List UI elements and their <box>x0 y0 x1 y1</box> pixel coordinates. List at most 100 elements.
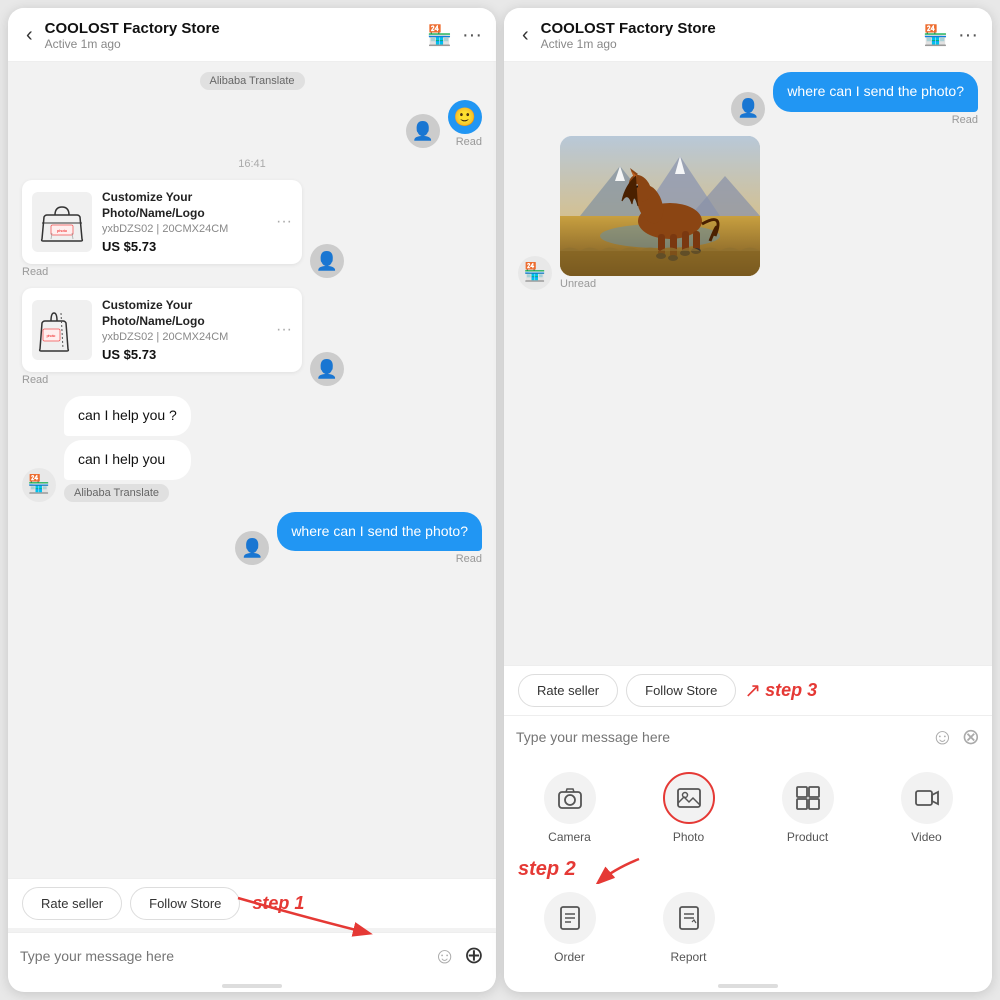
right-media-row2: Order Report <box>504 888 992 978</box>
right-back-button[interactable]: ‹ <box>518 22 533 49</box>
right-media-photo[interactable]: Photo <box>633 772 744 844</box>
left-product-more2[interactable]: ··· <box>276 321 292 339</box>
step2-arrow <box>584 854 644 884</box>
left-timestamp: 16:41 <box>238 158 266 170</box>
left-divider <box>222 984 282 988</box>
right-media-product[interactable]: Product <box>752 772 863 844</box>
right-emoji-input-icon[interactable]: ☺ <box>931 724 953 750</box>
left-product2-row: photo Customize Your Photo/Name/Logo yxb… <box>22 288 482 386</box>
right-close-icon[interactable]: ⊗ <box>962 724 980 750</box>
left-user-avatar3: 👤 <box>235 531 269 565</box>
left-step1-arrow-area <box>8 928 496 932</box>
left-active-status: Active 1m ago <box>45 37 419 51</box>
left-seller-avatar3: 🏪 <box>22 468 56 502</box>
left-product-name1: Customize Your Photo/Name/Logo <box>102 190 266 221</box>
left-user-avatar: 🙂 <box>448 100 482 134</box>
right-step3-label: step 3 <box>765 680 817 701</box>
left-product2-wrap: photo Customize Your Photo/Name/Logo yxb… <box>22 288 302 386</box>
left-product-info1: Customize Your Photo/Name/Logo yxbDZS02 … <box>102 190 266 254</box>
right-media-camera[interactable]: Camera <box>514 772 625 844</box>
left-product-price2: US $5.73 <box>102 347 266 362</box>
order-icon <box>557 905 583 931</box>
right-store-name: COOLOST Factory Store <box>541 20 915 37</box>
left-product1-wrap: photo Customize Your Photo/Name/Logo yxb… <box>22 180 302 278</box>
right-header-info: COOLOST Factory Store Active 1m ago <box>541 20 915 51</box>
right-order-icon-wrap <box>544 892 596 944</box>
left-product-more1[interactable]: ··· <box>276 213 292 231</box>
left-product-info2: Customize Your Photo/Name/Logo yxbDZS02 … <box>102 298 266 362</box>
right-message-input[interactable] <box>516 729 923 745</box>
right-step2-area: step 2 <box>504 854 992 888</box>
right-read-label: Read <box>952 114 978 126</box>
left-product1-row: photo Customize Your Photo/Name/Logo yxb… <box>22 180 482 278</box>
camera-icon <box>557 785 583 811</box>
left-translate-badge2: Alibaba Translate <box>64 484 169 502</box>
right-divider <box>718 984 778 988</box>
left-translate-badge: Alibaba Translate <box>200 72 305 90</box>
right-input-bar: ☺ ⊗ <box>504 715 992 758</box>
right-more-icon[interactable]: ··· <box>958 24 978 47</box>
right-user-bubble-wrap: where can I send the photo? Read <box>773 72 978 126</box>
left-user-avatar2: 👤 <box>406 114 440 148</box>
left-user-bubble-wrap: where can I send the photo? Read <box>277 512 482 566</box>
left-read1: Read <box>456 136 482 148</box>
left-rate-seller-button[interactable]: Rate seller <box>22 887 122 920</box>
right-unread-label: Unread <box>560 278 760 290</box>
video-icon <box>914 785 940 811</box>
left-step1-annotation: step 1 <box>252 887 304 920</box>
left-seller-bubble-wrap: can I help you ? can I help you Alibaba … <box>64 396 191 501</box>
right-active-status: Active 1m ago <box>541 37 915 51</box>
right-store-icon[interactable]: 🏪 <box>923 23 948 48</box>
right-report-icon-wrap <box>663 892 715 944</box>
left-product-card2[interactable]: photo Customize Your Photo/Name/Logo yxb… <box>22 288 302 372</box>
photo-icon <box>676 785 702 811</box>
right-horse-msg-row: 🏪 <box>518 136 978 290</box>
left-store-name: COOLOST Factory Store <box>45 20 419 37</box>
right-rate-seller-button[interactable]: Rate seller <box>518 674 618 707</box>
left-user-msg-row: where can I send the photo? Read 👤 <box>22 512 482 566</box>
right-step3-annotation: ↗ step 3 <box>744 674 817 707</box>
right-media-order[interactable]: Order <box>514 892 625 964</box>
right-seller-avatar: 🏪 <box>518 256 552 290</box>
left-seller-bubble1: can I help you ? <box>64 396 191 436</box>
right-chat-area: where can I send the photo? Read 👤 🏪 <box>504 62 992 665</box>
right-report-label: Report <box>670 950 706 964</box>
right-photo-icon-wrap <box>663 772 715 824</box>
product-icon <box>795 785 821 811</box>
right-media-report[interactable]: Report <box>633 892 744 964</box>
left-step1-label: step 1 <box>252 893 304 914</box>
left-user-bubble: where can I send the photo? <box>277 512 482 552</box>
right-camera-label: Camera <box>548 830 591 844</box>
right-video-icon-wrap <box>901 772 953 824</box>
left-product-card1[interactable]: photo Customize Your Photo/Name/Logo yxb… <box>22 180 302 264</box>
right-product-label: Product <box>787 830 828 844</box>
left-emoji-bubble-wrap: 🙂 Read <box>448 100 482 148</box>
left-input-bar: ☺ ⊕ <box>8 932 496 978</box>
left-action-bar: Rate seller Follow Store step 1 <box>8 878 496 928</box>
left-header-icons: 🏪 ··· <box>427 23 482 48</box>
right-follow-store-button[interactable]: Follow Store <box>626 674 736 707</box>
left-emoji-input-icon[interactable]: ☺ <box>433 943 455 969</box>
right-horse-bubble-wrap: Unread <box>560 136 760 290</box>
left-follow-store-button[interactable]: Follow Store <box>130 887 240 920</box>
left-read3: Read <box>22 374 302 386</box>
right-media-video[interactable]: Video <box>871 772 982 844</box>
right-panel: ‹ COOLOST Factory Store Active 1m ago 🏪 … <box>504 8 992 992</box>
left-store-icon[interactable]: 🏪 <box>427 23 452 48</box>
left-read2: Read <box>22 266 302 278</box>
left-message-input[interactable] <box>20 948 425 964</box>
right-header: ‹ COOLOST Factory Store Active 1m ago 🏪 … <box>504 8 992 62</box>
right-step2-label: step 2 <box>518 858 576 881</box>
left-product-sku2: yxbDZS02 | 20CMX24CM <box>102 331 266 343</box>
left-read4: Read <box>456 553 482 565</box>
left-back-button[interactable]: ‹ <box>22 22 37 49</box>
left-seller-msg-row: 🏪 can I help you ? can I help you Alibab… <box>22 396 482 501</box>
svg-text:photo: photo <box>57 228 68 233</box>
left-panel: ‹ COOLOST Factory Store Active 1m ago 🏪 … <box>8 8 496 992</box>
left-more-icon[interactable]: ··· <box>462 24 482 47</box>
left-plus-icon[interactable]: ⊕ <box>464 941 484 970</box>
right-photo-label: Photo <box>673 830 704 844</box>
right-product-icon-wrap <box>782 772 834 824</box>
left-product-img2: photo <box>32 300 92 360</box>
right-media-toolbar: Camera Photo Product <box>504 758 992 854</box>
